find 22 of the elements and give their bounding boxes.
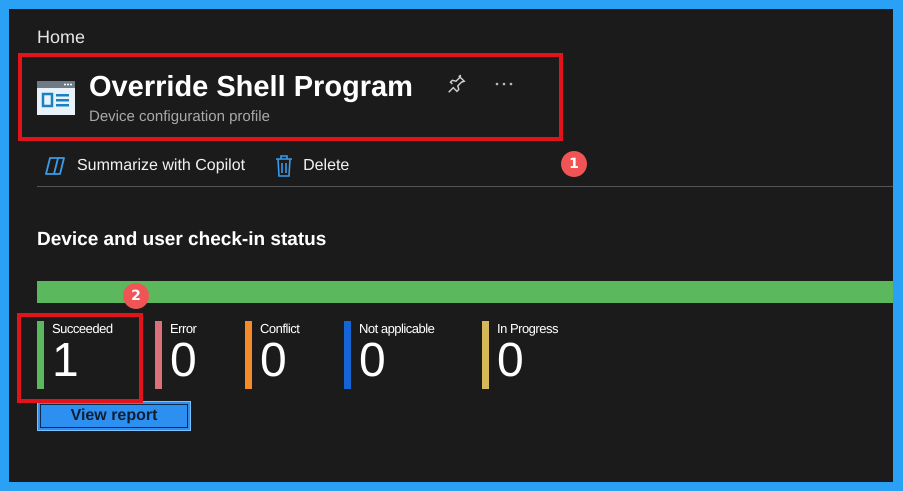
- section-title: Device and user check-in status: [37, 229, 328, 251]
- delete-button[interactable]: Delete: [267, 155, 350, 177]
- status-count: 1: [52, 336, 80, 386]
- page-subtitle: Device configuration profile: [89, 108, 271, 125]
- trash-icon: [275, 155, 294, 177]
- copilot-button[interactable]: Summarize with Copilot: [37, 156, 246, 176]
- status-label: Not applicable: [359, 321, 434, 336]
- page-title: Override Shell Program: [89, 71, 413, 104]
- copilot-icon: [45, 156, 67, 176]
- status-label: Succeeded: [52, 321, 113, 336]
- view-report-button[interactable]: View report: [37, 401, 191, 431]
- status-label: In Progress: [497, 321, 558, 336]
- more-icon[interactable]: [494, 82, 513, 86]
- profile-icon: [37, 81, 75, 115]
- status-label: Conflict: [260, 321, 300, 336]
- status-count: 0: [497, 336, 524, 386]
- status-count: 0: [359, 336, 386, 386]
- callout-badge: 1: [561, 151, 587, 177]
- status-count: 0: [170, 336, 197, 386]
- breadcrumb[interactable]: Home: [37, 27, 893, 48]
- status-label: Error: [170, 321, 197, 336]
- status-count: 0: [260, 336, 288, 386]
